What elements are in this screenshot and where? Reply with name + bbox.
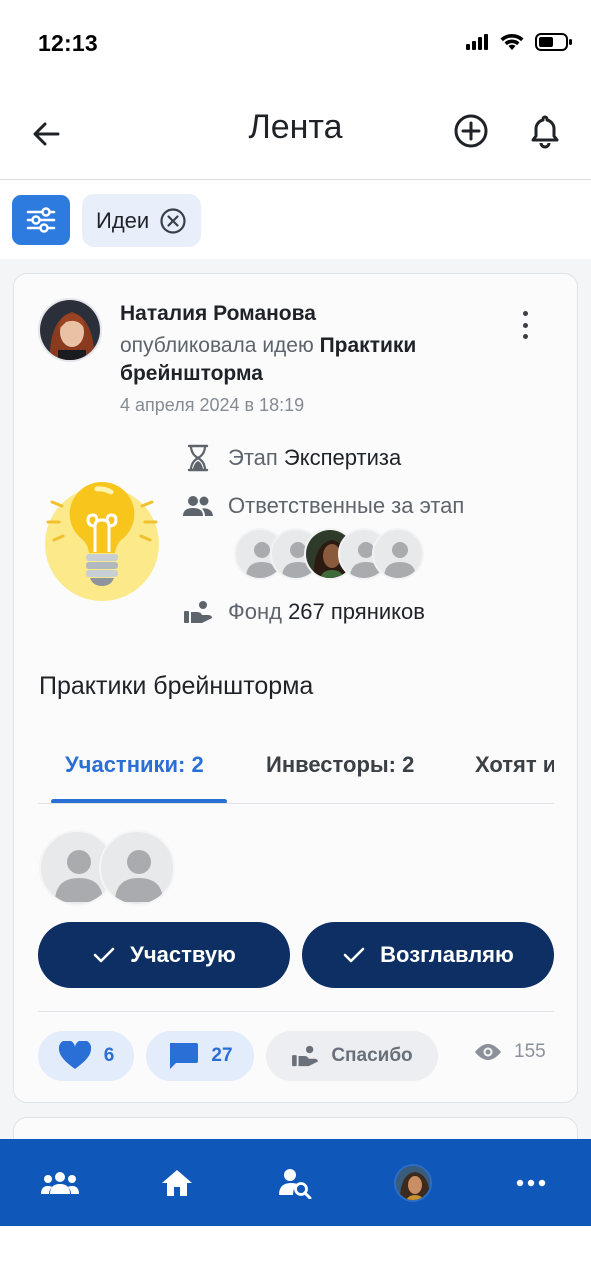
responsible-row: Ответственные за этап [182, 490, 464, 522]
feed[interactable]: Наталия Романова опубликовала идею Практ… [0, 259, 591, 1139]
next-post-card [13, 1117, 578, 1139]
nav-home[interactable] [153, 1161, 201, 1205]
author-name[interactable]: Наталия Романова [120, 302, 316, 326]
check-icon [93, 947, 115, 963]
filter-button[interactable] [12, 195, 70, 245]
hand-coins-icon [292, 1045, 319, 1067]
like-count: 6 [103, 1045, 115, 1066]
filter-chip-ideas[interactable]: Идеи [82, 194, 202, 247]
filter-bar: Идеи [0, 181, 591, 259]
page-title: Лента [248, 108, 343, 146]
stage-row: Этап Экспертиза [182, 442, 401, 474]
fund-value: 267 пряников [288, 599, 425, 624]
stage-text: Этап Экспертиза [228, 445, 401, 471]
nav-more[interactable] [507, 1161, 555, 1205]
check-icon [343, 947, 365, 963]
idea-title[interactable]: Практики брейншторма [39, 672, 313, 701]
like-button[interactable]: 6 [38, 1031, 134, 1081]
post-action-text: опубликовала идею Практики брейншторма [120, 332, 520, 388]
status-bar: 12:13 [0, 0, 591, 86]
status-time: 12:13 [38, 30, 98, 56]
nav-profile[interactable] [389, 1161, 437, 1205]
stage-value: Экспертиза [283, 445, 402, 470]
sliders-icon [26, 207, 56, 233]
bell-icon [531, 115, 559, 149]
fund-text: Фонд 267 пряников [228, 599, 425, 625]
tab-investors[interactable]: Инвесторы: 2 [266, 752, 414, 778]
app-header: Лента [0, 86, 591, 180]
views-counter: 155 [474, 1041, 546, 1063]
more-dot-icon [522, 311, 528, 316]
post-tabs: Участники: 2 Инвесторы: 2 Хотят и [38, 744, 554, 804]
status-icons [465, 32, 573, 52]
eye-icon [475, 1044, 501, 1060]
signal-icon [466, 34, 488, 50]
views-count: 155 [514, 1041, 546, 1062]
lightbulb-icon [45, 481, 159, 601]
author-photo [40, 300, 100, 360]
comment-icon [170, 1043, 199, 1069]
thanks-button[interactable]: Спасибо [266, 1031, 438, 1081]
active-tab-indicator [51, 799, 227, 803]
stage-label: Этап [228, 445, 284, 470]
nav-team[interactable] [36, 1161, 84, 1205]
chip-label: Идеи [96, 207, 150, 233]
heart-icon [58, 1041, 91, 1069]
post-date: 4 апреля 2024 в 18:19 [120, 395, 305, 415]
divider [38, 1011, 554, 1012]
user-avatar-placeholder[interactable] [372, 528, 424, 580]
nav-search-users[interactable] [271, 1161, 319, 1205]
tab-participants[interactable]: Участники: 2 [65, 752, 204, 778]
fund-label: Фонд [228, 599, 289, 624]
tab-want[interactable]: Хотят и [475, 752, 554, 778]
more-icon [516, 1179, 546, 1187]
home-indicator-area [0, 1226, 591, 1280]
hand-coins-icon [182, 596, 214, 628]
profile-avatar [394, 1164, 432, 1202]
author-avatar[interactable] [38, 298, 102, 362]
user-avatar-placeholder[interactable] [99, 830, 175, 906]
responsible-label: Ответственные за этап [228, 493, 465, 518]
wifi-icon [500, 34, 524, 50]
fund-row: Фонд 267 пряников [182, 596, 425, 628]
bottom-navigation [0, 1139, 591, 1226]
more-dot-icon [522, 322, 528, 328]
hourglass-icon [182, 442, 214, 474]
participate-label: Участвую [130, 942, 236, 967]
search-user-icon [279, 1169, 312, 1199]
battery-icon [535, 33, 572, 51]
notifications-button[interactable] [524, 110, 566, 152]
post-card: Наталия Романова опубликовала идею Практ… [13, 273, 578, 1103]
comment-button[interactable]: 27 [146, 1031, 254, 1081]
thanks-label: Спасибо [331, 1045, 413, 1066]
plus-circle-icon [454, 114, 488, 148]
add-button[interactable] [450, 110, 492, 152]
lead-label: Возглавляю [380, 942, 514, 967]
close-circle-icon[interactable] [159, 207, 187, 235]
participate-button[interactable]: Участвую [38, 922, 290, 988]
idea-bulb-illustration [42, 474, 162, 602]
people-icon [182, 490, 214, 522]
team-icon [41, 1172, 79, 1194]
more-dot-icon [522, 334, 528, 339]
home-icon [162, 1170, 192, 1196]
more-options-button[interactable] [510, 308, 540, 342]
comment-count: 27 [211, 1045, 233, 1066]
lead-button[interactable]: Возглавляю [302, 922, 554, 988]
action-verb: опубликовала идею [120, 334, 320, 357]
